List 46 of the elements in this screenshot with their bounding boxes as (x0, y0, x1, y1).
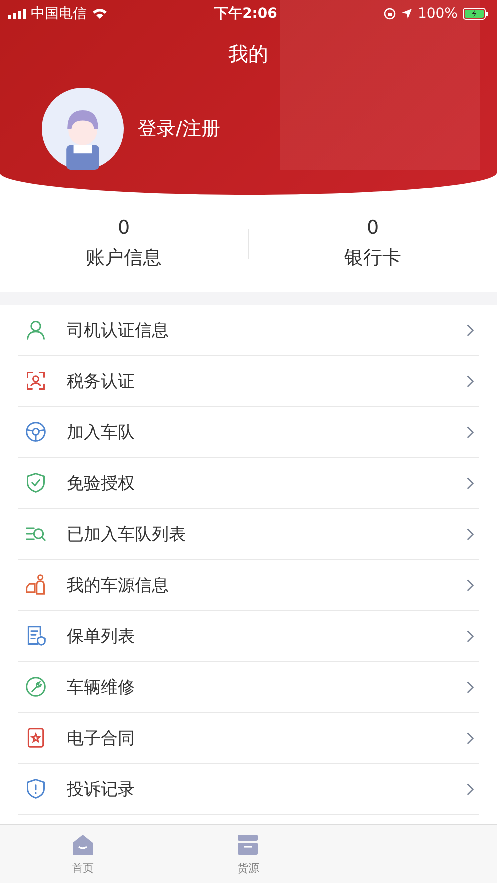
face-scan-icon (25, 370, 47, 392)
steering-wheel-icon (25, 421, 47, 443)
menu-item[interactable]: 投诉记录 (18, 764, 479, 815)
rotation-lock-icon (384, 8, 396, 20)
location-icon (400, 8, 413, 20)
page-title: 我的 (228, 41, 270, 68)
menu-item[interactable]: 免验授权 (18, 458, 479, 509)
shield-check-icon (25, 472, 47, 494)
person-car-icon (25, 574, 47, 596)
menu-item[interactable]: 司机认证信息 (18, 305, 479, 356)
chevron-right-icon (466, 578, 475, 592)
menu-item[interactable]: 我的车源信息 (18, 560, 479, 611)
chevron-right-icon (466, 476, 475, 490)
chevron-right-icon (466, 730, 475, 746)
chevron-right-icon (466, 782, 475, 796)
chevron-right-icon (466, 322, 475, 338)
chevron-right-icon (466, 374, 475, 388)
chevron-right-icon (466, 526, 475, 542)
stat-value: 0 (366, 216, 380, 238)
stat-value: 0 (118, 216, 130, 238)
carrier-name: 中国电信 (31, 5, 87, 23)
login-register-link[interactable]: 登录/注册 (138, 116, 220, 142)
stat-label[interactable]: 账户信息 (86, 244, 162, 270)
box-icon (236, 832, 260, 856)
menu-item[interactable]: 保单列表 (18, 611, 479, 662)
battery-icon (462, 8, 489, 20)
home-icon (70, 832, 95, 856)
signal-icon (8, 9, 26, 19)
menu-item[interactable]: 电子合同 (18, 713, 479, 764)
stat-label[interactable]: 银行卡 (344, 244, 402, 270)
document-shield-icon (25, 625, 47, 647)
status-time: 下午2:06 (214, 5, 278, 23)
star-card-icon (25, 727, 47, 749)
menu-item[interactable]: 已加入车队列表 (18, 509, 479, 560)
menu-item[interactable]: 加入车队 (18, 407, 479, 458)
shield-alert-icon (25, 778, 47, 800)
chevron-right-icon (466, 424, 475, 440)
battery-percent: 100% (418, 6, 458, 22)
chevron-right-icon (466, 628, 475, 644)
avatar-icon[interactable] (42, 88, 124, 170)
wrench-icon (25, 676, 47, 698)
menu-item[interactable]: 车辆维修 (18, 662, 479, 713)
wifi-icon (92, 8, 108, 20)
person-icon (25, 319, 47, 341)
chevron-right-icon (466, 680, 475, 694)
menu-item[interactable]: 税务认证 (18, 356, 479, 407)
